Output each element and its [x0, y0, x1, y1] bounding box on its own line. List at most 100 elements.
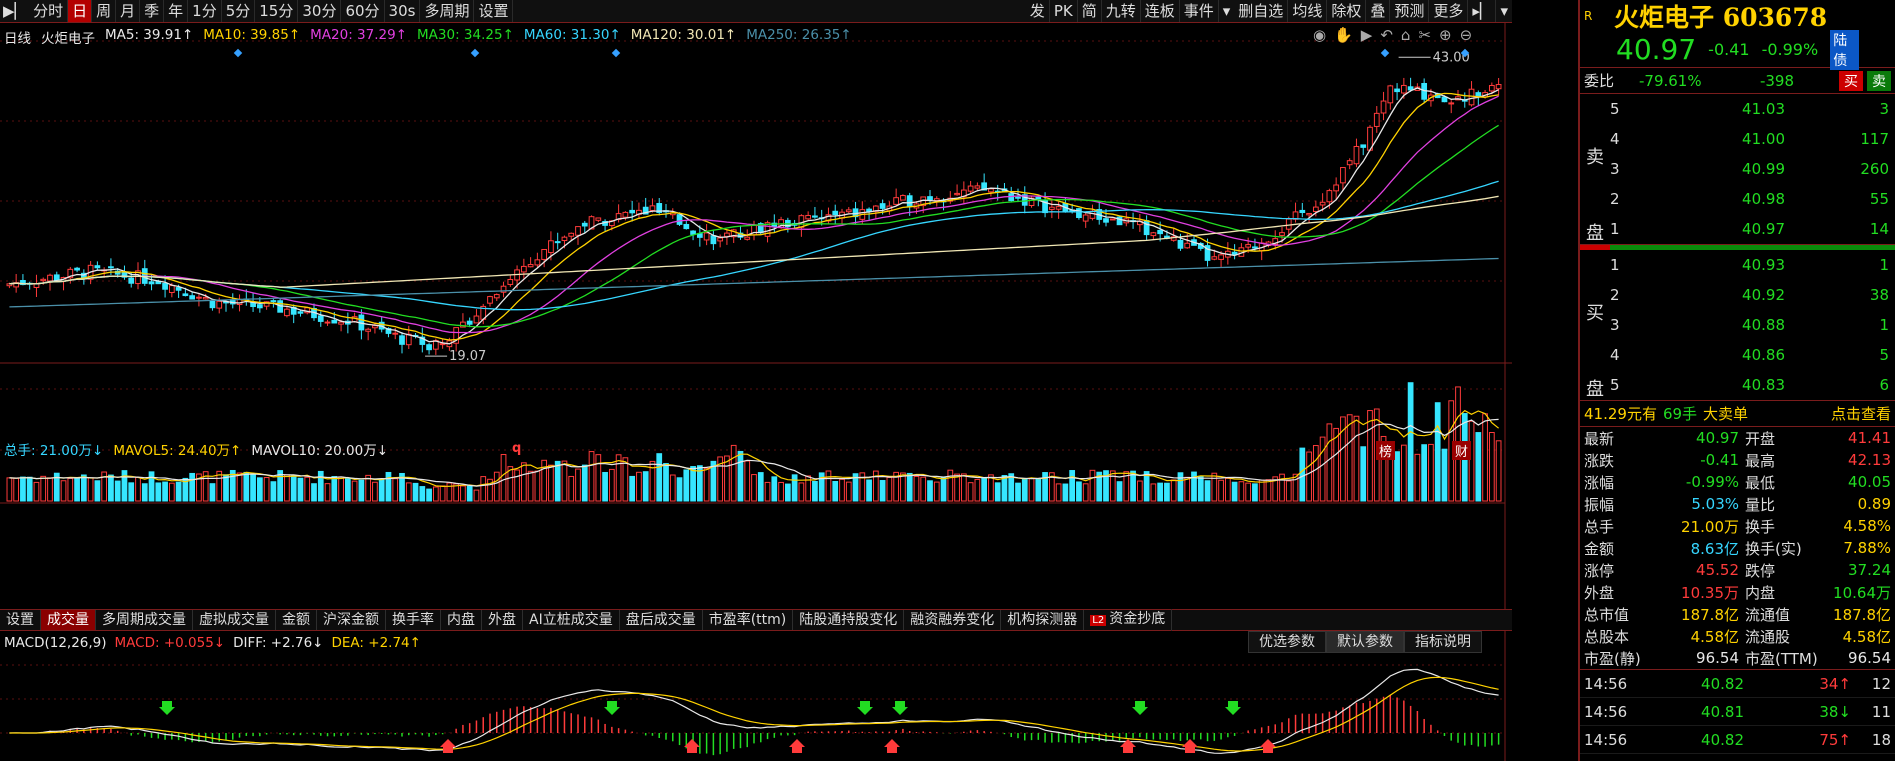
big-order-row[interactable]: 41.29元有 69手 大卖单 点击查看 — [1580, 401, 1895, 427]
indicator-tab-14[interactable]: 机构探测器 — [1001, 610, 1085, 630]
volume-bar — [6, 477, 13, 502]
indicator-tab-8[interactable]: 外盘 — [482, 610, 523, 630]
buy-book-level[interactable]: 4 40.86 5 — [1580, 340, 1895, 370]
param-tab-1[interactable]: 默认参数 — [1326, 631, 1404, 653]
indicator-tab-6[interactable]: 换手率 — [386, 610, 441, 630]
dropdown-icon[interactable]: ▾ — [1219, 2, 1235, 20]
undo-icon[interactable]: ↶ — [1380, 26, 1393, 44]
indicator-tab-2[interactable]: 多周期成交量 — [96, 610, 193, 630]
q-marker[interactable]: q — [512, 441, 521, 456]
eye-icon[interactable]: ◉ — [1313, 26, 1326, 44]
buy-button[interactable]: 买 — [1839, 70, 1863, 91]
candle-body — [426, 344, 432, 351]
legend-item-3: MA10: 39.85↑ — [203, 27, 301, 43]
chart-area[interactable]: 44.3337.6831.0424.3943.0019.0742612130X1… — [0, 23, 1512, 761]
period-1[interactable]: 日 — [68, 0, 93, 22]
period-9[interactable]: 30分 — [298, 0, 342, 22]
zoom-out-icon[interactable]: ⊖ — [1460, 26, 1473, 44]
sell-button[interactable]: 卖 — [1867, 70, 1891, 91]
scissors-icon[interactable]: ✂ — [1418, 26, 1431, 44]
sell-book-level[interactable]: 3 40.99 260 — [1580, 154, 1895, 184]
toolbar-right-3[interactable]: 九转 — [1102, 0, 1141, 22]
candle-body — [1103, 218, 1109, 223]
candle-body — [1252, 246, 1258, 249]
period-10[interactable]: 60分 — [341, 0, 385, 22]
toolbar-right-6[interactable]: 删自选 — [1234, 0, 1289, 22]
legend-item-4: MA20: 37.29↑ — [310, 27, 408, 43]
chart-controls: ◉ ✋ ▶ ↶ ⌂ ✂ ⊕ ⊖ — [1313, 26, 1472, 44]
buy-book-level[interactable]: 3 40.88 1 — [1580, 310, 1895, 340]
indicator-tab-4[interactable]: 金额 — [276, 610, 317, 630]
volume-bar — [189, 472, 196, 502]
param-tab-2[interactable]: 指标说明 — [1404, 631, 1482, 653]
candle-body — [1340, 167, 1346, 184]
period-8[interactable]: 15分 — [255, 0, 299, 22]
param-tab-0[interactable]: 优选参数 — [1248, 631, 1326, 653]
toolbar-right-0[interactable]: 发 — [1026, 0, 1050, 22]
indicator-tab-0[interactable]: 设置 — [0, 610, 41, 630]
period-4[interactable]: 季 — [140, 0, 165, 22]
indicator-tab-label: 金额 — [282, 612, 310, 628]
period-7[interactable]: 5分 — [222, 0, 256, 22]
period-6[interactable]: 1分 — [188, 0, 222, 22]
toolbar-right-5[interactable]: 事件 — [1180, 0, 1219, 22]
stat-key: 涨跌 — [1584, 451, 1615, 470]
candle-body — [575, 226, 581, 236]
buy-book-level[interactable]: 1 40.93 1 — [1580, 250, 1895, 280]
bang-marker[interactable]: 榜 — [1376, 441, 1396, 460]
lock-icon[interactable]: ⌂ — [1401, 26, 1411, 44]
indicator-tab-1[interactable]: 成交量 — [41, 610, 96, 630]
period-2[interactable]: 周 — [92, 0, 117, 22]
toolbar-right-2[interactable]: 简 — [1078, 0, 1102, 22]
toolbar-right-8[interactable]: 除权 — [1327, 0, 1367, 22]
stat-row: 涨幅 -0.99% 最低 40.05 — [1580, 471, 1895, 493]
bond-tag[interactable]: 陆债 — [1830, 29, 1859, 70]
period-5[interactable]: 年 — [164, 0, 189, 22]
tick-list: 14:56 40.82 34↑ 12 14:56 40.81 38↓ 11 14:56 40.82… — [1580, 669, 1895, 754]
sell-book-level[interactable]: 2 40.98 55 — [1580, 184, 1895, 214]
volume-bar — [764, 481, 771, 502]
cai-marker[interactable]: 财 — [1452, 441, 1472, 460]
toolbar-right-1[interactable]: PK — [1050, 0, 1078, 22]
toolbar-right-11[interactable]: 更多 — [1429, 0, 1469, 22]
indicator-tab-12[interactable]: 陆股通持股变化 — [793, 610, 905, 630]
stat-row: 涨跌 -0.41 最高 42.13 — [1580, 449, 1895, 471]
toolbar-right-9[interactable]: 叠 — [1366, 0, 1391, 22]
candle-body — [1373, 112, 1380, 127]
toolbar-right-7[interactable]: 均线 — [1288, 0, 1328, 22]
period-11[interactable]: 30s — [385, 0, 421, 22]
hand-icon[interactable]: ✋ — [1334, 26, 1353, 44]
indicator-tab-label: 内盘 — [447, 612, 475, 628]
indicator-tab-7[interactable]: 内盘 — [441, 610, 482, 630]
period-13[interactable]: 设置 — [474, 0, 514, 22]
sidebar-toggle-icon[interactable]: ▶▏ — [0, 2, 29, 20]
toolbar-right-10[interactable]: 预测 — [1390, 0, 1430, 22]
play-icon[interactable]: ▶ — [1361, 26, 1373, 44]
candle-body — [812, 215, 818, 218]
period-0[interactable]: 分时 — [29, 0, 69, 22]
buy-book-level[interactable]: 5 40.83 6 — [1580, 370, 1895, 400]
zoom-in-icon[interactable]: ⊕ — [1439, 26, 1452, 44]
sell-book-level[interactable]: 5 41.03 3 — [1580, 94, 1895, 124]
period-12[interactable]: 多周期 — [420, 0, 475, 22]
more-caret-icon[interactable]: ▾ — [1496, 2, 1512, 20]
candle-body — [270, 300, 277, 303]
indicator-tab-3[interactable]: 虚拟成交量 — [193, 610, 276, 630]
indicator-tab-9[interactable]: AI立桩成交量 — [523, 610, 620, 630]
indicator-tab-13[interactable]: 融资融券变化 — [904, 610, 1002, 630]
tick-time: 14:56 — [1584, 730, 1628, 749]
period-3[interactable]: 月 — [116, 0, 141, 22]
candle-body — [1495, 84, 1502, 90]
legend-item-5: MA30: 34.25↑ — [417, 27, 514, 43]
more-dropdown-icon[interactable]: ▸▏ — [1468, 0, 1497, 22]
indicator-tab-10[interactable]: 盘后成交量 — [620, 610, 703, 630]
view-big-order-link[interactable]: 点击查看 — [1831, 403, 1891, 424]
buy-book-level[interactable]: 2 40.92 38 — [1580, 280, 1895, 310]
toolbar-right-4[interactable]: 连板 — [1141, 0, 1180, 22]
indicator-tab-5[interactable]: 沪深金额 — [317, 610, 386, 630]
sell-book-level[interactable]: 1 40.97 14 — [1580, 214, 1895, 244]
candle-body — [365, 328, 372, 332]
sell-book-level[interactable]: 4 41.00 117 — [1580, 124, 1895, 154]
indicator-tab-15[interactable]: L2 资金抄底 — [1084, 609, 1173, 631]
indicator-tab-11[interactable]: 市盈率(ttm) — [703, 610, 794, 630]
